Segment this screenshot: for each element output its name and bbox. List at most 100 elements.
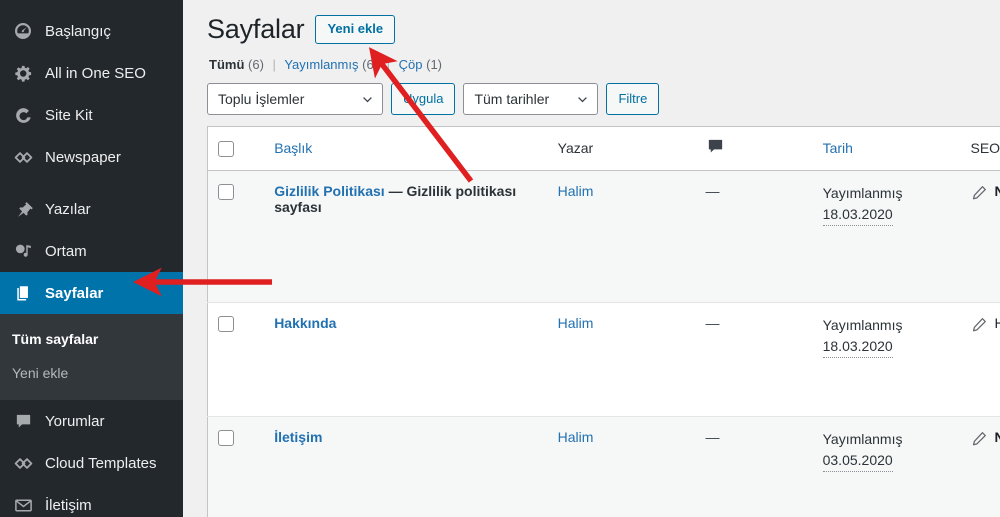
- row-author-cell: Halim: [547, 170, 696, 304]
- page-header: Sayfalar Yeni ekle: [207, 12, 1000, 47]
- pages-icon: [12, 282, 34, 304]
- table-row: Gizlilik Politikası — Gizlilik politikas…: [207, 170, 1000, 304]
- sayfalar-submenu: Tüm sayfalar Yeni ekle: [0, 314, 183, 400]
- submenu-item-tum-sayfalar[interactable]: Tüm sayfalar: [0, 322, 183, 356]
- templates-icon: [12, 452, 34, 474]
- column-header-date-link[interactable]: Tarih: [823, 140, 853, 156]
- page-title-link[interactable]: Gizlilik Politikası: [274, 183, 384, 199]
- column-header-author-label: Yazar: [557, 140, 594, 157]
- media-icon: [12, 240, 34, 262]
- content-area: Sayfalar Yeni ekle Tümü (6) | Yayımlanmı…: [183, 0, 1000, 517]
- row-author-cell: Halim: [547, 302, 696, 418]
- filter-link-trash[interactable]: Çöp: [399, 57, 423, 72]
- sidebar-item-label: Sayfalar: [45, 284, 104, 302]
- sidebar-item-label: Yazılar: [45, 200, 91, 218]
- pin-icon: [12, 198, 34, 220]
- envelope-icon: [12, 494, 34, 516]
- submenu-item-yeni-ekle[interactable]: Yeni ekle: [0, 356, 183, 390]
- column-header-comments: [695, 126, 813, 172]
- row-author-cell: Halim: [547, 416, 696, 517]
- column-header-title-link[interactable]: Başlık: [274, 140, 312, 156]
- comments-count: —: [705, 429, 720, 446]
- comment-bubble-icon[interactable]: [706, 139, 725, 159]
- dashboard-icon: [12, 20, 34, 42]
- sidebar-item-label: Yorumlar: [45, 412, 105, 430]
- sidebar-item-yazilar[interactable]: Yazılar: [0, 188, 183, 230]
- author-link[interactable]: Halim: [558, 315, 594, 331]
- row-title-cell: İletişim: [264, 416, 548, 517]
- submenu-item-label: Tüm sayfalar: [12, 331, 99, 347]
- filter-link-published[interactable]: Yayımlanmış: [284, 57, 358, 72]
- date-filter-select[interactable]: Tüm tarihler: [463, 83, 599, 116]
- row-date-cell: Yayımlanmış 18.03.2020: [812, 170, 961, 304]
- date-filter-value: Tüm tarihler: [474, 91, 550, 108]
- date-status: Yayımlanmış: [822, 317, 903, 334]
- select-all-checkbox[interactable]: [218, 140, 234, 157]
- add-new-button[interactable]: Yeni ekle: [315, 15, 396, 44]
- author-link[interactable]: Halim: [558, 183, 594, 199]
- row-seo-cell: No value: [960, 416, 1000, 517]
- column-header-date: Tarih: [812, 126, 961, 172]
- google-g-icon: [12, 104, 34, 126]
- page-title: Sayfalar: [207, 14, 305, 44]
- comment-icon: [12, 410, 34, 432]
- row-date-cell: Yayımlanmış 03.05.2020: [812, 416, 961, 517]
- page-title-link[interactable]: İletişim: [274, 429, 322, 445]
- sidebar-item-label: İletişim: [45, 496, 92, 514]
- select-all-header: [207, 126, 265, 172]
- sidebar-item-label: Cloud Templates: [45, 454, 157, 472]
- apply-button[interactable]: Uygula: [391, 83, 456, 116]
- column-header-title: Başlık: [264, 126, 548, 172]
- sidebar-item-newspaper[interactable]: Newspaper: [0, 136, 183, 178]
- filter-separator: |: [386, 57, 391, 73]
- pages-table: Başlık Yazar Tarih SEO Gizlilik Politika…: [207, 126, 1000, 517]
- sidebar-item-site-kit[interactable]: Site Kit: [0, 94, 183, 136]
- row-comments-cell: —: [695, 170, 813, 304]
- bulk-actions-select[interactable]: Toplu İşlemler: [207, 83, 383, 116]
- pencil-icon[interactable]: [971, 430, 988, 450]
- sidebar-item-sayfalar[interactable]: Sayfalar: [0, 272, 183, 314]
- gear-seo-icon: [12, 62, 34, 84]
- date-value: 18.03.2020: [822, 204, 893, 227]
- submenu-item-label: Yeni ekle: [12, 365, 69, 381]
- pencil-icon[interactable]: [971, 316, 988, 336]
- filter-button[interactable]: Filtre: [606, 83, 660, 116]
- sidebar-item-ortam[interactable]: Ortam: [0, 230, 183, 272]
- table-row: Hakkında Halim — Yayımlanmış 18.03.2020: [207, 302, 1000, 418]
- table-navigation-toolbar: Toplu İşlemler Uygula Tüm tarihler Filtr…: [207, 83, 1000, 116]
- seo-title-value: No value: [994, 183, 1000, 200]
- sidebar-item-cloud-templates[interactable]: Cloud Templates: [0, 442, 183, 484]
- row-checkbox[interactable]: [218, 184, 234, 201]
- row-checkbox-cell: [207, 416, 265, 517]
- table-header: Başlık Yazar Tarih SEO: [207, 126, 1000, 172]
- sidebar-item-all-in-one-seo[interactable]: All in One SEO: [0, 52, 183, 94]
- row-title-cell: Gizlilik Politikası — Gizlilik politikas…: [264, 170, 548, 304]
- date-value: 03.05.2020: [822, 450, 893, 473]
- sidebar-divider: [0, 178, 183, 188]
- sidebar-item-label: Başlangıç: [45, 22, 111, 40]
- sidebar-item-label: All in One SEO: [45, 64, 146, 82]
- filter-link-all[interactable]: Tümü: [209, 57, 244, 72]
- bulk-actions-value: Toplu İşlemler: [218, 91, 305, 108]
- date-status: Yayımlanmış: [822, 431, 903, 448]
- chevron-down-icon: [361, 93, 374, 106]
- column-header-author: Yazar: [547, 126, 696, 172]
- column-header-seo-title: SEO Başlığı: [960, 126, 1000, 172]
- seo-title-value: No value: [994, 429, 1000, 446]
- sidebar-item-baslangic[interactable]: Başlangıç: [0, 10, 183, 52]
- row-checkbox[interactable]: [218, 430, 234, 447]
- pencil-icon[interactable]: [971, 184, 988, 204]
- filter-separator: |: [272, 57, 276, 73]
- admin-sidebar: Başlangıç All in One SEO Site Kit Newspa…: [0, 0, 183, 517]
- table-row: İletişim Halim — Yayımlanmış 03.05.2020: [207, 416, 1000, 517]
- page-title-link[interactable]: Hakkında: [274, 315, 336, 331]
- row-title-cell: Hakkında: [264, 302, 548, 418]
- sidebar-item-iletisim[interactable]: İletişim: [0, 484, 183, 517]
- row-checkbox[interactable]: [218, 316, 234, 333]
- sidebar-item-label: Site Kit: [45, 106, 93, 124]
- sidebar-item-label: Newspaper: [45, 148, 121, 166]
- seo-title-value: Hakkında: [994, 315, 1000, 332]
- row-checkbox-cell: [207, 302, 265, 418]
- author-link[interactable]: Halim: [558, 429, 594, 445]
- sidebar-item-yorumlar[interactable]: Yorumlar: [0, 400, 183, 442]
